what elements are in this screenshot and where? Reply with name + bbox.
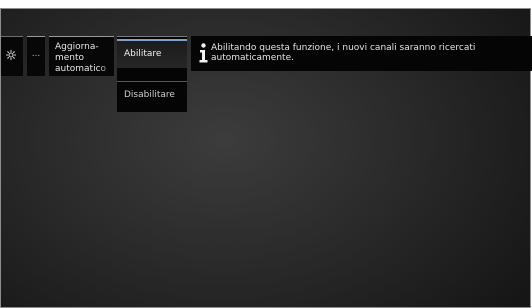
auto-update-menu-item[interactable]: Aggiorna­mento automatico <box>49 36 114 76</box>
info-text: Abilitando questa funzione, i nuovi cana… <box>211 43 476 63</box>
option-enable[interactable]: Abilitare <box>117 39 187 68</box>
info-icon <box>199 43 208 63</box>
tv-screen: ... Aggiorna­mento automatico Abilitare … <box>0 8 532 308</box>
options-panel: Abilitare Disabilitare <box>117 36 187 112</box>
settings-tile[interactable] <box>1 36 23 76</box>
auto-update-label: Aggiorna­mento automatico <box>55 42 107 74</box>
more-tile[interactable]: ... <box>27 36 45 76</box>
info-panel: Abilitando questa funzione, i nuovi cana… <box>191 36 532 71</box>
option-enable-label: Abilitare <box>124 49 162 59</box>
option-disable-label: Disabilitare <box>124 90 175 100</box>
more-label: ... <box>31 49 41 59</box>
gear-icon <box>6 50 16 60</box>
option-disable[interactable]: Disabilitare <box>117 81 187 111</box>
